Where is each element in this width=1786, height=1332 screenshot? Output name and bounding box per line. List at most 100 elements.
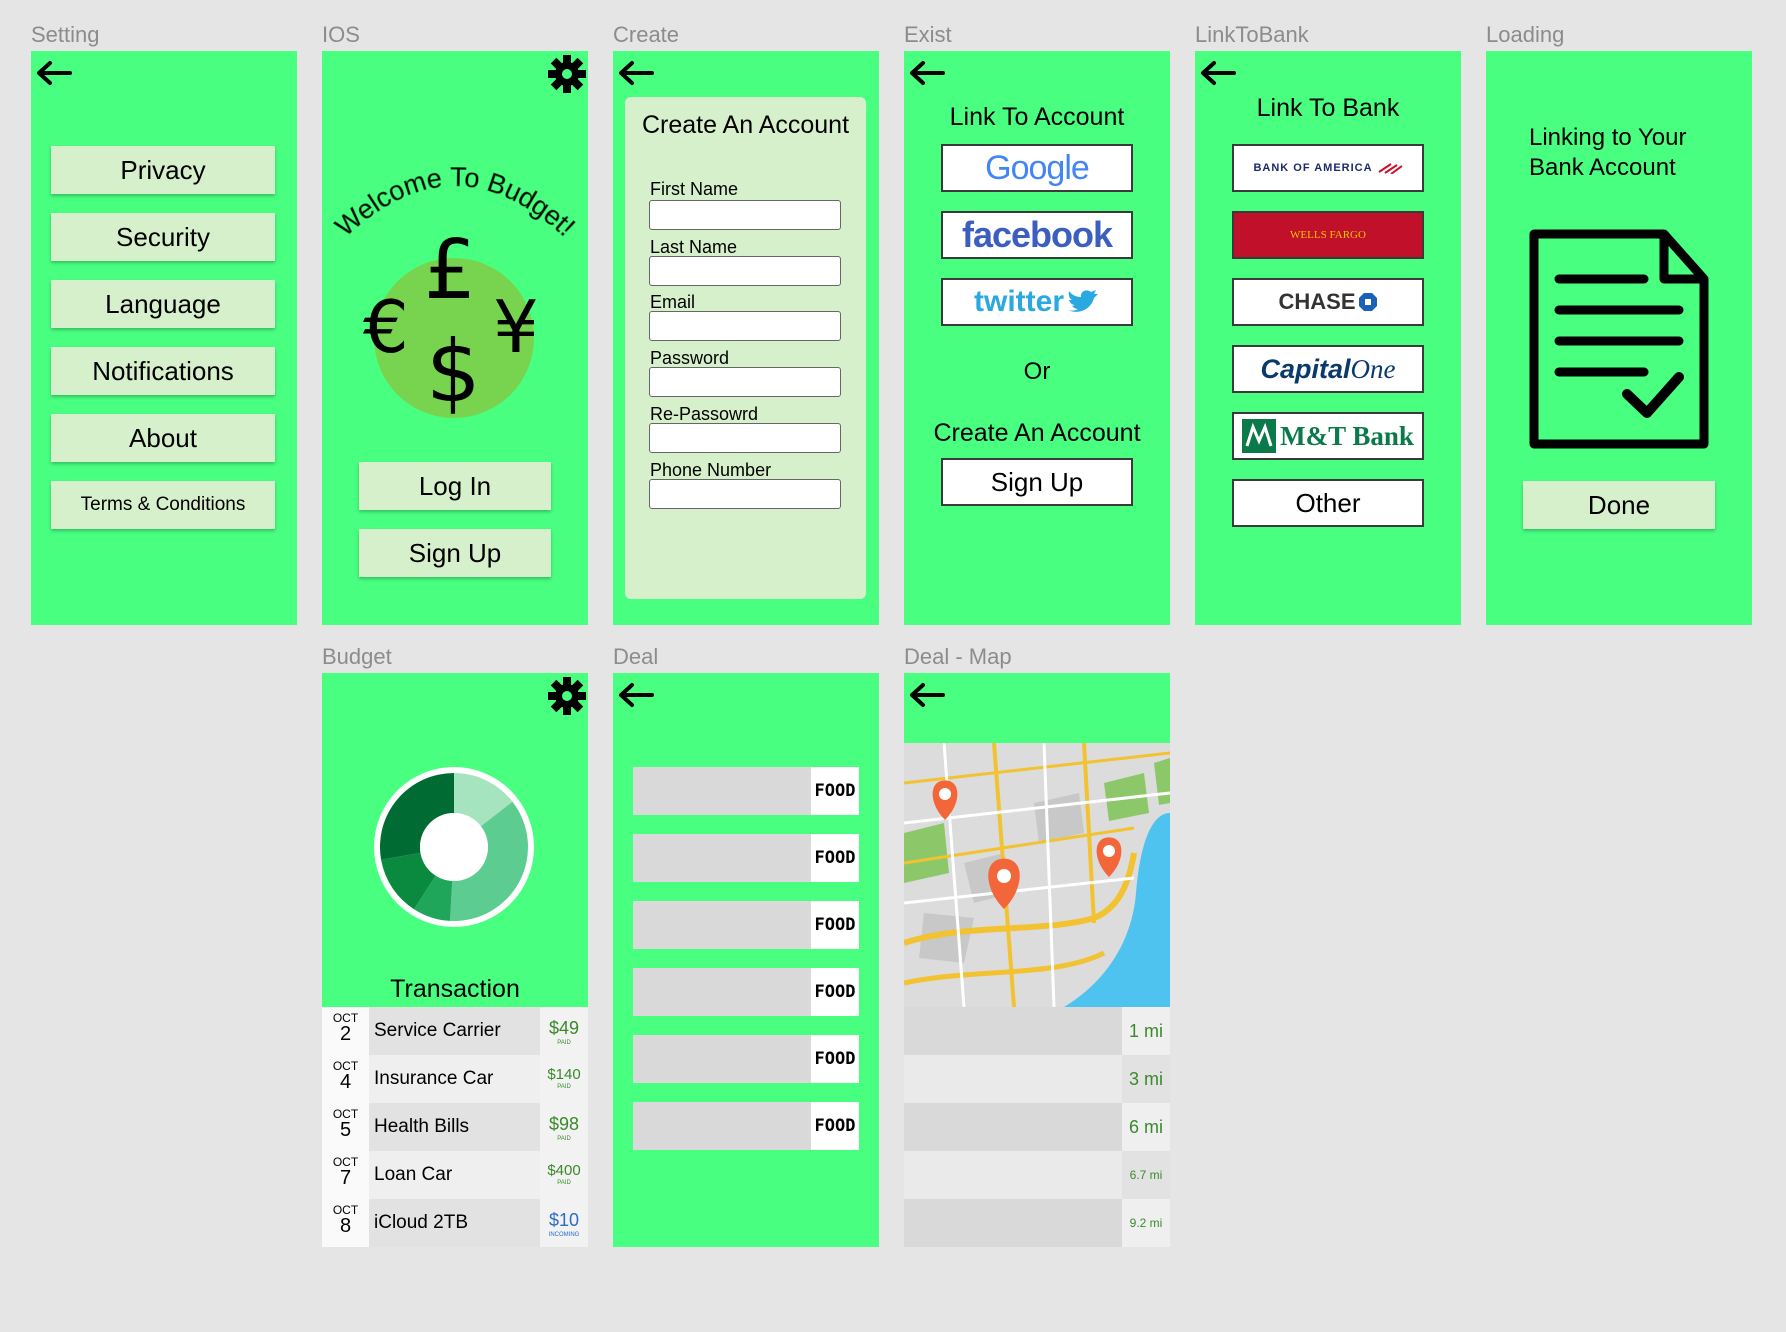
- transaction-amount: $10 INCOMING: [540, 1199, 588, 1247]
- deal-map[interactable]: [904, 743, 1170, 1007]
- transaction-name: Service Carrier: [374, 1020, 501, 1041]
- signup-button[interactable]: Sign Up: [359, 529, 551, 577]
- repassword-label: Re-Passowrd: [650, 404, 759, 424]
- transaction-row[interactable]: OCT 5 Health Bills $98 PAID: [322, 1103, 588, 1151]
- twitter-bird-icon: [1068, 290, 1098, 312]
- gear-icon[interactable]: [546, 675, 588, 717]
- link-account-title: Link To Account: [949, 103, 1125, 131]
- setting-frame: Privacy Security Language Notifications …: [31, 51, 297, 625]
- distance-label: 1 mi: [1122, 1007, 1170, 1055]
- about-button[interactable]: About: [51, 414, 275, 462]
- privacy-button[interactable]: Privacy: [51, 146, 275, 194]
- map-list-row[interactable]: 9.2 mi: [904, 1199, 1170, 1247]
- create-account-subtitle: Create An Account: [933, 419, 1141, 447]
- transaction-row[interactable]: OCT 2 Service Carrier $49 PAID: [322, 1007, 588, 1055]
- deal-item[interactable]: FOOD: [633, 1035, 859, 1083]
- done-button[interactable]: Done: [1523, 481, 1715, 529]
- capital-one-button[interactable]: Capital One: [1232, 345, 1424, 393]
- frame-label-setting: Setting: [31, 22, 100, 47]
- map-list-row[interactable]: 1 mi: [904, 1007, 1170, 1055]
- deal-item[interactable]: FOOD: [633, 968, 859, 1016]
- transaction-row[interactable]: OCT 4 Insurance Car $140 PAID: [322, 1055, 588, 1103]
- login-button[interactable]: Log In: [359, 462, 551, 510]
- first-name-field[interactable]: [649, 200, 841, 230]
- wells-fargo-logo: WELLS FARGO: [1290, 229, 1366, 241]
- dollar-symbol: $: [426, 322, 481, 422]
- twitter-logo: twitter: [974, 285, 1064, 318]
- transaction-amount: $49 PAID: [540, 1007, 588, 1055]
- budget-frame: Transaction OCT 2 Service Carrier $49 PAID…: [322, 673, 588, 1247]
- google-logo: Google: [985, 148, 1090, 187]
- phone-field[interactable]: [649, 479, 841, 509]
- bank-of-america-button[interactable]: BANK OF AMERICA: [1232, 144, 1424, 192]
- email-field[interactable]: [649, 311, 841, 341]
- email-label: Email: [650, 292, 696, 312]
- food-tag: FOOD: [811, 968, 859, 1016]
- distance-label: 9.2 mi: [1122, 1199, 1170, 1247]
- frame-label-deal: Deal: [613, 644, 659, 669]
- transaction-amount: $400 PAID: [540, 1151, 588, 1199]
- exist-signup-button[interactable]: Sign Up: [941, 458, 1133, 506]
- create-frame: Create An Account First Name Last Name E…: [613, 51, 879, 625]
- exist-frame: Link To Account Google facebook twitter …: [904, 51, 1170, 625]
- back-arrow-icon[interactable]: [907, 58, 947, 88]
- create-account-form: Create An Account First Name Last Name E…: [625, 97, 866, 599]
- wells-fargo-button[interactable]: WELLS FARGO: [1232, 211, 1424, 259]
- mt-bank-icon: [1242, 419, 1277, 453]
- map-list-row[interactable]: 3 mi: [904, 1055, 1170, 1103]
- chase-button[interactable]: CHASE: [1232, 278, 1424, 326]
- google-button[interactable]: Google: [941, 144, 1133, 192]
- back-arrow-icon[interactable]: [616, 680, 656, 710]
- transaction-date: OCT 2: [322, 1007, 369, 1055]
- transaction-title: Transaction: [390, 975, 520, 1003]
- distance-label: 3 mi: [1122, 1055, 1170, 1103]
- gear-icon[interactable]: [546, 53, 588, 95]
- transaction-row[interactable]: OCT 8 iCloud 2TB $10 INCOMING: [322, 1199, 588, 1247]
- pound-symbol: £: [424, 223, 477, 318]
- frame-label-exist: Exist: [904, 22, 952, 47]
- frame-label-create: Create: [613, 22, 680, 47]
- food-tag: FOOD: [811, 767, 859, 815]
- security-button[interactable]: Security: [51, 213, 275, 261]
- ios-frame: Welcome To Budget! £ € ¥ $ Log In Sign U…: [322, 51, 588, 625]
- yen-symbol: ¥: [493, 285, 539, 369]
- budget-donut-chart: [374, 767, 534, 927]
- transaction-date: OCT 8: [322, 1199, 369, 1247]
- mt-bank-logo: M&T Bank: [1280, 420, 1414, 451]
- deal-item[interactable]: FOOD: [633, 901, 859, 949]
- frame-label-loading: Loading: [1486, 22, 1565, 47]
- food-tag: FOOD: [811, 834, 859, 882]
- back-arrow-icon[interactable]: [34, 58, 74, 88]
- deal-frame: FOOD FOOD FOOD FOOD FOOD FOOD: [613, 673, 879, 1247]
- transaction-amount: $140 PAID: [540, 1055, 588, 1103]
- back-arrow-icon[interactable]: [616, 58, 656, 88]
- password-field[interactable]: [649, 367, 841, 397]
- mt-bank-button[interactable]: M&T Bank: [1232, 412, 1424, 460]
- language-button[interactable]: Language: [51, 280, 275, 328]
- create-account-title: Create An Account: [641, 111, 850, 139]
- facebook-logo: facebook: [961, 214, 1113, 255]
- terms-button[interactable]: Terms & Conditions: [51, 481, 275, 529]
- deal-item[interactable]: FOOD: [633, 1102, 859, 1150]
- twitter-button[interactable]: twitter: [941, 278, 1133, 326]
- notifications-button[interactable]: Notifications: [51, 347, 275, 395]
- transaction-amount: $98 PAID: [540, 1103, 588, 1151]
- deal-item[interactable]: FOOD: [633, 834, 859, 882]
- map-list-row[interactable]: 6.7 mi: [904, 1151, 1170, 1199]
- transaction-row[interactable]: OCT 7 Loan Car $400 PAID: [322, 1151, 588, 1199]
- last-name-label: Last Name: [650, 237, 738, 257]
- link-bank-title: Link To Bank: [1256, 94, 1400, 122]
- repassword-field[interactable]: [649, 423, 841, 453]
- frame-label-linktobank: LinkToBank: [1195, 22, 1309, 47]
- food-tag: FOOD: [811, 1035, 859, 1083]
- back-arrow-icon[interactable]: [907, 680, 947, 710]
- back-arrow-icon[interactable]: [1198, 58, 1238, 88]
- deal-item[interactable]: FOOD: [633, 767, 859, 815]
- food-tag: FOOD: [811, 901, 859, 949]
- map-list-row[interactable]: 6 mi: [904, 1103, 1170, 1151]
- last-name-field[interactable]: [649, 256, 841, 286]
- bank-of-america-logo: BANK OF AMERICA: [1253, 162, 1373, 174]
- transaction-date: OCT 7: [322, 1151, 369, 1199]
- other-bank-button[interactable]: Other: [1232, 479, 1424, 527]
- facebook-button[interactable]: facebook: [941, 211, 1133, 259]
